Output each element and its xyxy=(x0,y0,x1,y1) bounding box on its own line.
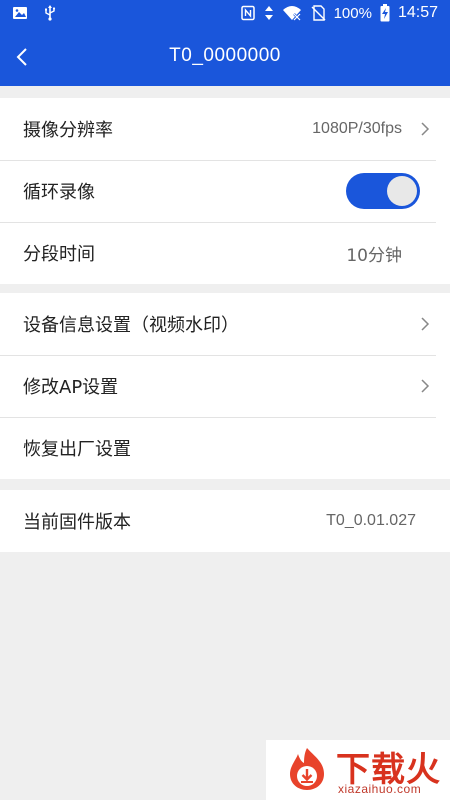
nfc-icon xyxy=(240,5,255,21)
data-arrows-icon xyxy=(264,6,273,20)
battery-charging-icon xyxy=(380,4,390,22)
site-watermark: 下载火 xiazaihuo.com xyxy=(266,740,450,800)
factory-reset-row[interactable]: 恢复出厂设置 xyxy=(0,417,450,479)
no-sim-icon xyxy=(311,5,326,21)
firmware-version-label: 当前固件版本 xyxy=(23,512,131,533)
factory-reset-label: 恢复出厂设置 xyxy=(23,439,131,460)
firmware-group: 当前固件版本 T0_0.01.027 xyxy=(0,490,450,552)
ap-settings-label: 修改AP设置 xyxy=(23,377,119,398)
clock: 14:57 xyxy=(397,4,438,21)
page-title: T0_0000000 xyxy=(169,45,281,66)
firmware-version-value: T0_0.01.027 xyxy=(326,512,416,529)
flame-logo-icon xyxy=(290,748,324,790)
status-left-icons xyxy=(12,5,58,21)
usb-icon xyxy=(45,5,56,21)
status-bar: 100% 14:57 xyxy=(0,0,450,28)
chevron-right-icon xyxy=(421,317,430,331)
device-settings-group: 设备信息设置（视频水印） 修改AP设置 恢复出厂设置 xyxy=(0,293,450,479)
toggle-knob xyxy=(387,176,417,206)
firmware-version-row: 当前固件版本 T0_0.01.027 xyxy=(0,490,450,552)
battery-percent: 100% xyxy=(333,4,372,22)
app-bar: T0_0000000 xyxy=(0,28,450,86)
status-right-icons: 100% 14:57 xyxy=(240,4,438,22)
device-info-settings-label: 设备信息设置（视频水印） xyxy=(23,315,239,336)
loop-recording-label: 循环录像 xyxy=(23,182,95,203)
watermark-url: xiazaihuo.com xyxy=(338,782,422,796)
resolution-row[interactable]: 摄像分辨率 1080P/30fps xyxy=(0,98,450,160)
loop-recording-toggle[interactable] xyxy=(346,173,420,209)
chevron-right-icon xyxy=(421,379,430,393)
segment-time-row[interactable]: 分段时间 10分钟 xyxy=(0,222,450,284)
resolution-value: 1080P/30fps xyxy=(312,120,402,137)
ap-settings-row[interactable]: 修改AP设置 xyxy=(0,355,450,417)
image-icon xyxy=(13,7,27,19)
wifi-off-icon xyxy=(282,6,301,21)
chevron-right-icon xyxy=(421,122,430,136)
loop-recording-row: 循环录像 xyxy=(0,160,450,222)
device-info-settings-row[interactable]: 设备信息设置（视频水印） xyxy=(0,293,450,355)
segment-time-value: 10分钟 xyxy=(346,245,402,266)
resolution-label: 摄像分辨率 xyxy=(23,120,113,141)
segment-time-label: 分段时间 xyxy=(23,244,95,265)
camera-settings-group: 摄像分辨率 1080P/30fps 循环录像 分段时间 10分钟 xyxy=(0,98,450,284)
